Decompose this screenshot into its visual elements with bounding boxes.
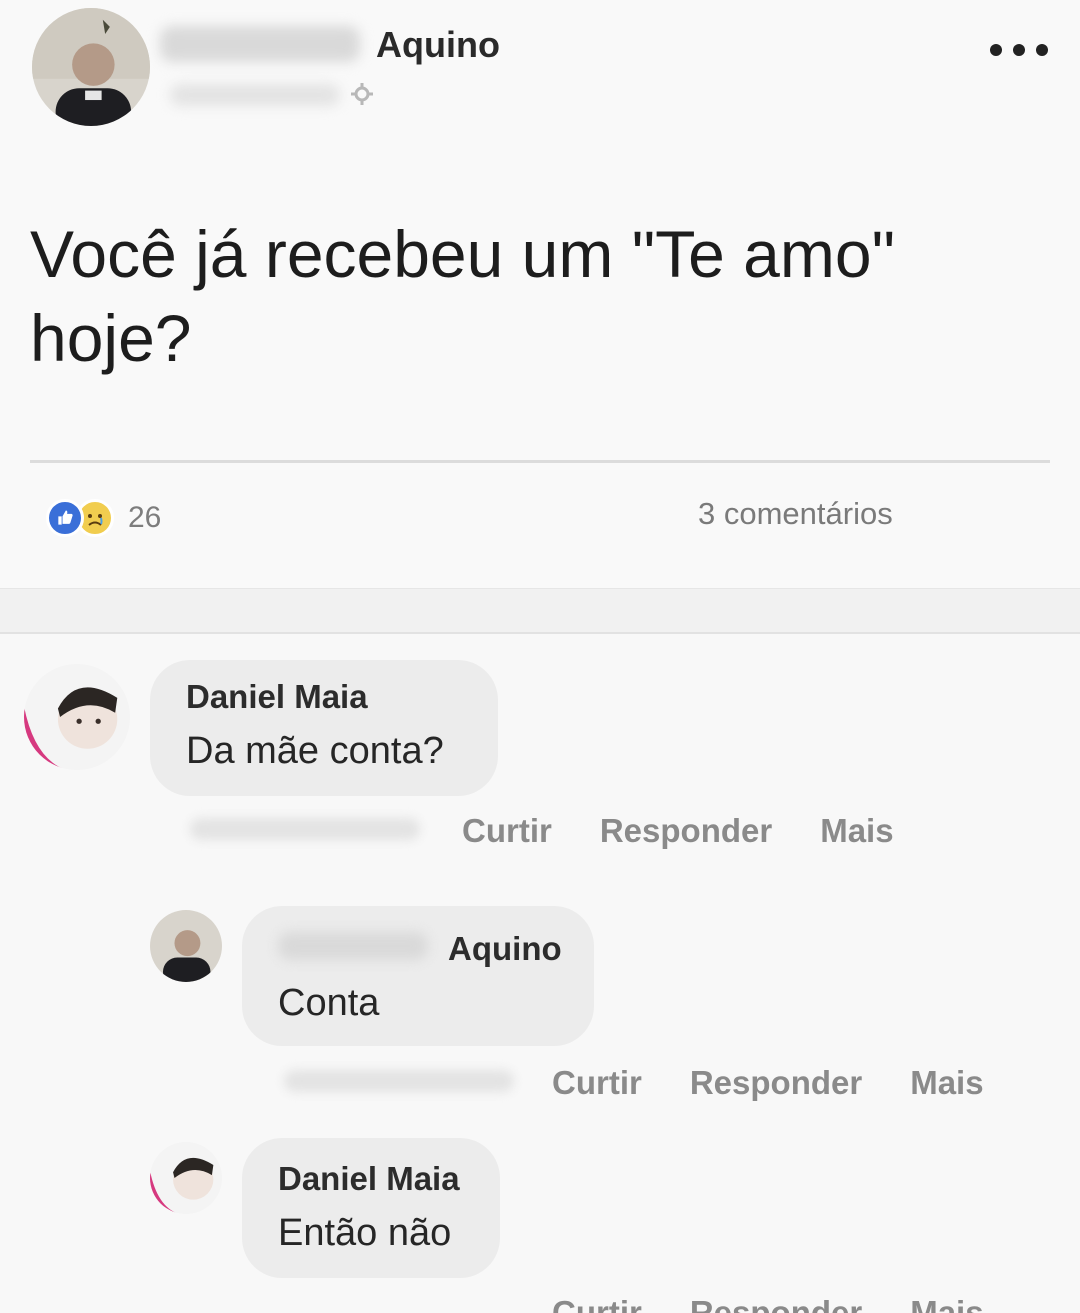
reply-bubble[interactable] (242, 906, 594, 1046)
reply-author[interactable]: Aquino (448, 930, 562, 968)
post-divider (30, 460, 1050, 463)
reply-text: Então não (278, 1212, 452, 1254)
comment-timestamp-redacted (190, 818, 420, 840)
post-author-name[interactable]: Aquino (376, 24, 500, 66)
more-reply-button[interactable]: Mais (910, 1064, 983, 1102)
more-options-icon[interactable] (990, 40, 1048, 60)
reply-timestamp-redacted (284, 1070, 514, 1092)
section-separator (0, 588, 1080, 634)
reply-avatar[interactable] (150, 910, 222, 982)
post-author-avatar[interactable] (32, 8, 150, 126)
comment-avatar[interactable] (24, 664, 130, 770)
like-reply-button[interactable]: Curtir (552, 1294, 642, 1313)
reply-comment-button[interactable]: Responder (600, 812, 772, 850)
post-text: Você já recebeu um "Te amo" hoje? (30, 217, 895, 375)
reply-reply-button[interactable]: Responder (690, 1294, 862, 1313)
reactions-summary[interactable]: 26 (46, 496, 161, 540)
gear-icon (351, 83, 373, 105)
comment-text: Da mãe conta? (186, 730, 444, 772)
author-avatar-image (32, 8, 150, 126)
reply-bubble[interactable] (242, 1138, 500, 1278)
reply-avatar[interactable] (150, 1142, 222, 1214)
reaction-count: 26 (128, 501, 162, 534)
like-comment-button[interactable]: Curtir (462, 812, 552, 850)
reply-text: Conta (278, 982, 380, 1024)
reply-reply-button[interactable]: Responder (690, 1064, 862, 1102)
comment-actions: Curtir Responder Mais (462, 812, 894, 850)
comments-section: Daniel Maia Da mãe conta? Curtir Respond… (0, 634, 1080, 1313)
post-card: Aquino Você já recebeu um "Te amo" hoje?… (0, 0, 1080, 588)
more-reply-button[interactable]: Mais (910, 1294, 983, 1313)
reply-author[interactable]: Daniel Maia (278, 1160, 460, 1198)
reply-author-redacted (278, 932, 428, 960)
post-timestamp-redacted (170, 84, 340, 106)
like-icon (46, 499, 84, 537)
comment-author[interactable]: Daniel Maia (186, 678, 368, 716)
reply-actions: Curtir Responder Mais (552, 1294, 984, 1313)
reply-actions: Curtir Responder Mais (552, 1064, 984, 1102)
like-reply-button[interactable]: Curtir (552, 1064, 642, 1102)
author-name-redacted (160, 26, 360, 62)
comments-count-link[interactable]: 3 comentários (698, 496, 893, 532)
more-comment-button[interactable]: Mais (820, 812, 893, 850)
